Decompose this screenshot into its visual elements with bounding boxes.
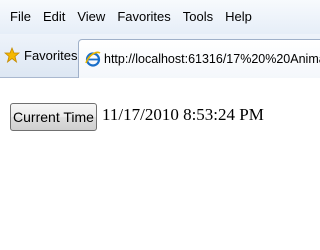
star-icon xyxy=(4,47,20,63)
current-time-text: 11/17/2010 8:53:24 PM xyxy=(102,105,264,124)
menu-help[interactable]: Help xyxy=(219,0,258,34)
favorites-label: Favorites xyxy=(24,47,78,63)
menu-favorites[interactable]: Favorites xyxy=(111,0,176,34)
menu-tools[interactable]: Tools xyxy=(177,0,219,34)
menu-edit[interactable]: Edit xyxy=(37,0,71,34)
browser-window: File Edit View Favorites Tools Help Favo… xyxy=(0,0,320,250)
menu-file[interactable]: File xyxy=(4,0,37,34)
current-time-button[interactable]: Current Time xyxy=(10,103,97,131)
browser-tab[interactable]: http://localhost:61316/17%20%20Animation… xyxy=(78,39,320,78)
page-content: Current Time 11/17/2010 8:53:24 PM xyxy=(0,78,320,250)
menu-bar: File Edit View Favorites Tools Help xyxy=(0,0,320,34)
menu-view[interactable]: View xyxy=(71,0,111,34)
tab-title: http://localhost:61316/17%20%20Animation… xyxy=(104,52,320,66)
favorites-bar: Favorites http://localhost:61316/17%20%2… xyxy=(0,34,320,78)
ie-icon xyxy=(85,51,101,67)
favorites-button[interactable]: Favorites xyxy=(4,44,77,66)
